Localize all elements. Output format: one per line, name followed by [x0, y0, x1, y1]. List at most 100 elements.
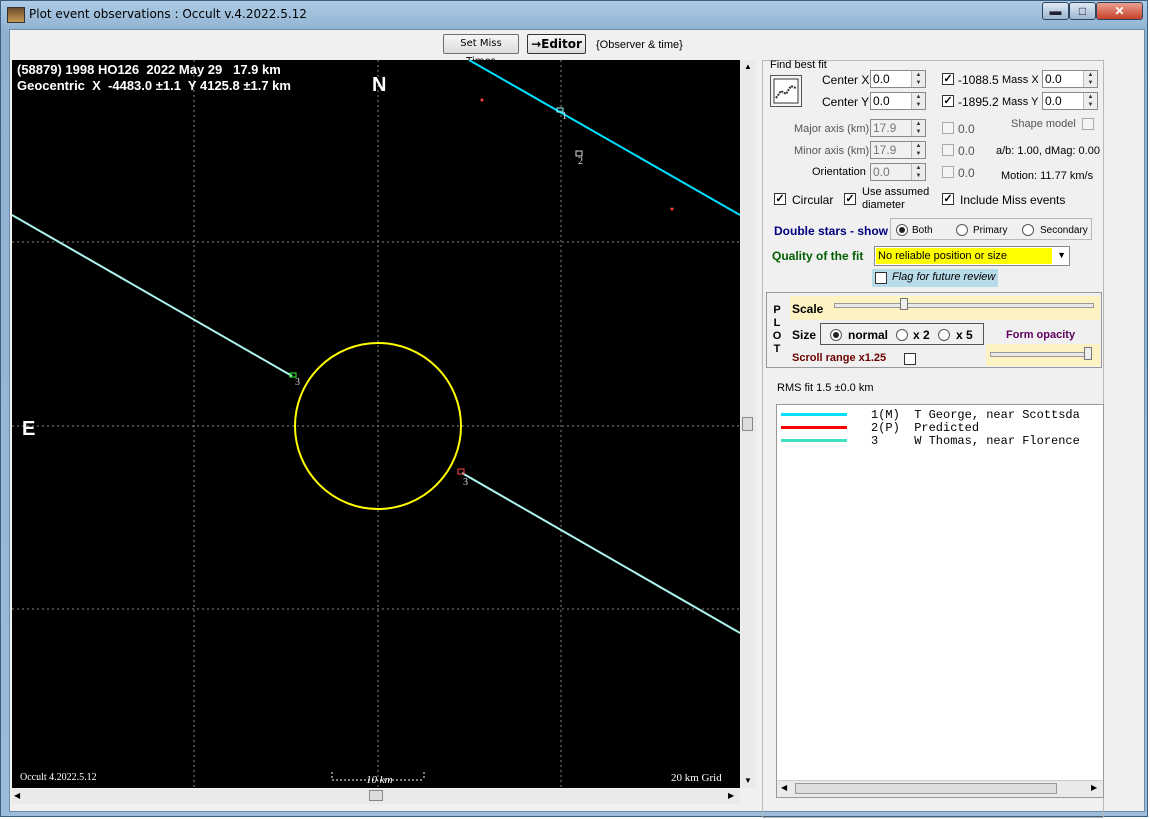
- major-axis-checkbox[interactable]: [942, 122, 954, 134]
- form-opacity-slider-thumb[interactable]: [1084, 347, 1092, 360]
- quality-dropdown[interactable]: No reliable position or size ▼: [874, 246, 1070, 266]
- major-axis-label: Major axis (km): [794, 123, 870, 135]
- plot-header-line2: Geocentric X -4483.0 ±1.1 Y 4125.8 ±1.7 …: [17, 78, 291, 93]
- legend-horizontal-scrollbar[interactable]: ◀ ▶: [777, 780, 1103, 797]
- legend-scroll-right-icon[interactable]: ▶: [1091, 783, 1097, 792]
- radio-primary[interactable]: [956, 224, 968, 236]
- size-radio-x5[interactable]: [938, 329, 950, 341]
- scroll-right-icon[interactable]: ▶: [728, 791, 734, 800]
- horizontal-scroll-thumb[interactable]: [369, 790, 383, 801]
- scroll-down-icon[interactable]: ▼: [744, 776, 752, 785]
- center-x-value: 0.0: [873, 72, 890, 86]
- fit-y-value: -1895.2: [958, 95, 999, 109]
- scale-label: Scale: [792, 302, 824, 316]
- include-miss-checkbox[interactable]: ✓: [942, 193, 954, 205]
- event-plot[interactable]: (58879) 1998 HO126 2022 May 29 17.9 km G…: [12, 60, 740, 788]
- mass-x-spin-icon[interactable]: ▲ ▼: [1083, 71, 1097, 87]
- legend-scroll-left-icon[interactable]: ◀: [781, 783, 787, 792]
- east-label: E: [22, 418, 36, 440]
- mass-x-value: 0.0: [1045, 72, 1062, 86]
- orientation-spin-icon[interactable]: ▲ ▼: [911, 164, 925, 180]
- orientation-input[interactable]: 0.0 ▲ ▼: [870, 163, 926, 181]
- scroll-up-icon[interactable]: ▲: [744, 62, 752, 71]
- fit-y-checkbox[interactable]: ✓: [942, 95, 954, 107]
- fit-x-value: -1088.5: [958, 73, 999, 87]
- grid-lines: [12, 60, 740, 788]
- scale-slider-thumb[interactable]: [900, 298, 908, 310]
- legend-swatch-3: [781, 439, 847, 443]
- close-button[interactable]: ✕: [1096, 2, 1143, 20]
- legend-row-3[interactable]: 3 W Thomas, near Florence: [781, 435, 1080, 448]
- flag-review-checkbox[interactable]: [875, 272, 887, 284]
- shape-model-label: Shape model: [1011, 118, 1076, 130]
- radio-secondary-label: Secondary: [1040, 225, 1088, 236]
- chord-label-3-west: 3: [295, 377, 300, 388]
- legend-swatch-2: [781, 426, 847, 430]
- chord-label-2: 2: [578, 156, 583, 167]
- use-assumed-diameter-checkbox[interactable]: ✓: [844, 193, 856, 205]
- legend-swatch-1: [781, 413, 847, 417]
- legend-text-3: 3 W Thomas, near Florence: [871, 434, 1080, 448]
- radio-both-label: Both: [912, 225, 933, 236]
- mass-x-label: Mass X: [1002, 74, 1039, 86]
- title-bar[interactable]: Plot event observations : Occult v.4.202…: [1, 1, 1149, 29]
- editor-button[interactable]: →Editor: [527, 34, 586, 54]
- shape-model-checkbox[interactable]: [1082, 118, 1094, 130]
- minor-axis-spin-icon[interactable]: ▲ ▼: [911, 142, 925, 158]
- chord-1-line: [468, 60, 740, 216]
- form-opacity-slider[interactable]: [990, 352, 1092, 357]
- mass-y-value: 0.0: [1045, 94, 1062, 108]
- legend-scroll-thumb[interactable]: [795, 783, 1057, 794]
- circular-checkbox[interactable]: ✓: [774, 193, 786, 205]
- use-assumed-label-line2: diameter: [862, 199, 905, 211]
- set-miss-times-button[interactable]: Set Miss Times: [443, 34, 519, 67]
- legend-text-2: 2(P) Predicted: [871, 421, 980, 435]
- orientation-checkbox[interactable]: [942, 166, 954, 178]
- minor-axis-input[interactable]: 17.9 ▲ ▼: [870, 141, 926, 159]
- predicted-point-1: [480, 98, 484, 102]
- size-radio-normal[interactable]: [830, 329, 842, 341]
- circular-label: Circular: [792, 193, 834, 207]
- major-axis-spin-icon[interactable]: ▲ ▼: [911, 120, 925, 136]
- observers-legend-list[interactable]: 1(M) T George, near Scottsda 2(P) Predic…: [776, 404, 1104, 798]
- plot-vertical-scrollbar[interactable]: ▲ ▼: [741, 60, 756, 788]
- vertical-scroll-thumb[interactable]: [742, 417, 753, 431]
- radio-secondary[interactable]: [1022, 224, 1034, 236]
- center-x-spin-icon[interactable]: ▲ ▼: [911, 71, 925, 87]
- plot-letter-l: L: [773, 317, 781, 329]
- flag-review-label: Flag for future review: [892, 271, 996, 283]
- center-y-label: Center Y: [822, 95, 870, 109]
- client-area: Set Miss Times →Editor {Observer & time}: [9, 29, 1145, 818]
- plot-vertical-label: P L O T: [772, 304, 782, 356]
- center-y-spin-icon[interactable]: ▲ ▼: [911, 93, 925, 109]
- plot-graphics: [12, 60, 740, 788]
- minor-axis-checkbox[interactable]: [942, 144, 954, 156]
- ab-dmag-label: a/b: 1.00, dMag: 0.00: [996, 145, 1100, 157]
- use-assumed-diameter-label: Use assumed diameter: [862, 186, 929, 212]
- north-label: N: [372, 74, 387, 96]
- major-axis-input[interactable]: 17.9 ▲ ▼: [870, 119, 926, 137]
- radio-both[interactable]: [896, 224, 908, 236]
- center-y-input[interactable]: 0.0 ▲ ▼: [870, 92, 926, 110]
- scale-slider[interactable]: [834, 303, 1094, 308]
- double-stars-label: Double stars - show: [774, 224, 889, 238]
- plot-horizontal-scrollbar[interactable]: ◀ ▶: [12, 789, 740, 804]
- center-x-input[interactable]: 0.0 ▲ ▼: [870, 70, 926, 88]
- size-label: Size: [792, 328, 817, 342]
- scroll-left-icon[interactable]: ◀: [14, 791, 20, 800]
- orientation-label: Orientation: [812, 166, 866, 178]
- main-window: Plot event observations : Occult v.4.202…: [0, 0, 1149, 818]
- maximize-button[interactable]: □: [1069, 2, 1096, 20]
- chevron-down-icon[interactable]: ▼: [1057, 250, 1066, 260]
- fit-x-checkbox[interactable]: ✓: [942, 73, 954, 85]
- find-best-fit-button[interactable]: [770, 75, 802, 107]
- observer-time-label: {Observer & time}: [596, 39, 683, 51]
- scroll-range-checkbox[interactable]: [904, 353, 916, 365]
- mass-y-input[interactable]: 0.0 ▲ ▼: [1042, 92, 1098, 110]
- minimize-button[interactable]: ▬: [1042, 2, 1069, 20]
- minor-axis-label: Minor axis (km): [794, 145, 870, 157]
- size-radio-x2[interactable]: [896, 329, 908, 341]
- mass-x-input[interactable]: 0.0 ▲ ▼: [1042, 70, 1098, 88]
- rms-fit-label: RMS fit 1.5 ±0.0 km: [777, 382, 874, 394]
- mass-y-spin-icon[interactable]: ▲ ▼: [1083, 93, 1097, 109]
